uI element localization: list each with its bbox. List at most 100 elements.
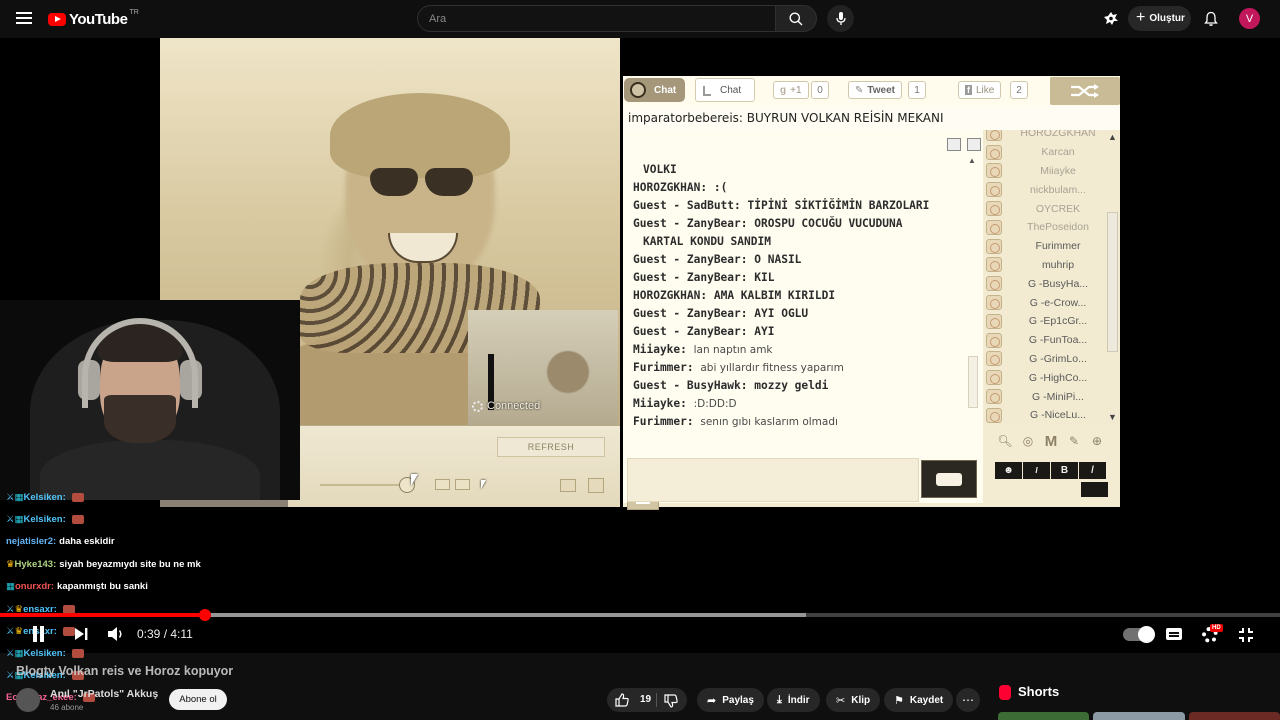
- layout-double-icon[interactable]: [455, 479, 470, 490]
- next-video-icon[interactable]: [74, 627, 88, 641]
- speaker-icon[interactable]: [588, 478, 604, 493]
- user-status-icon: [986, 332, 1002, 348]
- channel-avatar[interactable]: [16, 688, 40, 712]
- chat-message-user[interactable]: Guest - BusyHawk:: [633, 379, 748, 392]
- user-list-item[interactable]: G -HighCo...: [984, 368, 1120, 387]
- messages-scrollbar[interactable]: ▲ ▼: [967, 156, 979, 474]
- share-button[interactable]: ➦ Paylaş: [697, 688, 764, 712]
- google-plus-button[interactable]: g +1: [773, 81, 809, 99]
- bold-button[interactable]: B: [1051, 462, 1078, 479]
- messages-scroll-thumb[interactable]: [968, 356, 978, 408]
- users-scroll-down-icon[interactable]: ▼: [1108, 412, 1117, 422]
- shorts-thumb[interactable]: [998, 712, 1090, 720]
- users-scrollbar[interactable]: ▲ ▼: [1105, 130, 1120, 426]
- chat-message-user[interactable]: Guest - ZanyBear:: [633, 253, 748, 266]
- tab-chat-primary[interactable]: Chat: [624, 78, 685, 102]
- more-actions-button[interactable]: ⋯: [956, 688, 980, 712]
- layout-single-icon[interactable]: [435, 479, 450, 490]
- create-button[interactable]: + Oluştur: [1128, 6, 1191, 31]
- emoji-icon[interactable]: ☻: [995, 462, 1022, 479]
- shorts-thumb[interactable]: [1093, 712, 1185, 720]
- user-list-item[interactable]: G -GrimLo...: [984, 350, 1120, 369]
- chat-message-user[interactable]: Miiayke:: [633, 397, 687, 410]
- scroll-up-icon[interactable]: ▲: [968, 156, 976, 165]
- user-list-item[interactable]: muhrip: [984, 256, 1120, 275]
- pencil-icon[interactable]: ✎: [1065, 432, 1083, 450]
- user-list: HOROZGKHAN Karcan Miiayke nickbulam... OYCRE…: [984, 130, 1120, 426]
- menu-icon[interactable]: [16, 12, 32, 26]
- save-button[interactable]: ⚑ Kaydet: [884, 688, 954, 712]
- progress-scrubber[interactable]: [198, 609, 211, 621]
- clip-button[interactable]: ✂ Klip: [826, 688, 881, 712]
- font-size-icon[interactable]: [1081, 482, 1108, 497]
- color-icon[interactable]: /: [1079, 462, 1106, 479]
- user-list-item[interactable]: ThePoseidon: [984, 218, 1120, 237]
- facebook-like-button[interactable]: f Like: [958, 81, 1002, 99]
- thumbs-up-icon[interactable]: [615, 693, 629, 707]
- tweet-button[interactable]: ✎ Tweet: [848, 81, 902, 99]
- search-users-icon[interactable]: 🔍︎: [996, 432, 1014, 450]
- user-list-item[interactable]: G -BusyHa...: [984, 274, 1120, 293]
- user-list-item[interactable]: G -MiniPi...: [984, 387, 1120, 406]
- user-list-item[interactable]: Karcan: [984, 143, 1120, 162]
- subscribe-button[interactable]: Abone ol: [169, 689, 227, 710]
- user-list-item[interactable]: Miiayke: [984, 162, 1120, 181]
- chat-message-user[interactable]: Furimmer:: [633, 415, 694, 428]
- globe-icon[interactable]: ⊕: [1088, 432, 1106, 450]
- pause-button[interactable]: [32, 626, 46, 642]
- chat-message-user[interactable]: Guest - ZanyBear:: [633, 271, 748, 284]
- italic-button[interactable]: I: [1023, 462, 1050, 479]
- user-list-item[interactable]: OYCREK: [984, 199, 1120, 218]
- search-button[interactable]: [775, 5, 817, 32]
- like-dislike-group[interactable]: 19: [607, 688, 687, 712]
- subtitles-icon[interactable]: [1166, 628, 1182, 640]
- gmail-icon[interactable]: M: [1042, 432, 1060, 450]
- channel-name[interactable]: Anıl "JrPatols" Akkuş: [50, 688, 158, 700]
- user-status-icon: [986, 163, 1002, 179]
- studio-icon[interactable]: [1103, 11, 1119, 27]
- chat-message-user[interactable]: HOROZGKHAN:: [633, 289, 707, 302]
- refresh-button[interactable]: REFRESH: [497, 437, 605, 457]
- user-list-item[interactable]: Furimmer: [984, 237, 1120, 256]
- exit-fullscreen-icon[interactable]: [1239, 628, 1253, 642]
- voice-search-button[interactable]: [827, 5, 854, 32]
- chat-message-user[interactable]: Guest - ZanyBear:: [633, 217, 748, 230]
- chat-message-user[interactable]: Miiayke:: [633, 343, 687, 356]
- chat-message-user[interactable]: Guest - SadButt:: [633, 199, 741, 212]
- users-scroll-up-icon[interactable]: ▲: [1108, 132, 1117, 142]
- save-icon[interactable]: [967, 138, 981, 151]
- chat-message-user[interactable]: Guest - ZanyBear:: [633, 307, 748, 320]
- user-list-item[interactable]: G -e-Crow...: [984, 293, 1120, 312]
- user-list-item[interactable]: G -NiceLu...: [984, 406, 1120, 425]
- user-list-item[interactable]: G -Ep1cGr...: [984, 312, 1120, 331]
- copy-icon[interactable]: [947, 138, 961, 151]
- shuffle-button[interactable]: [1050, 77, 1120, 105]
- tab-chat-primary-label: Chat: [654, 84, 677, 96]
- account-avatar[interactable]: V: [1239, 8, 1260, 29]
- user-list-item[interactable]: nickbulam...: [984, 180, 1120, 199]
- youtube-logo[interactable]: YouTube TR: [48, 9, 139, 29]
- volume-icon[interactable]: [107, 626, 125, 642]
- send-button[interactable]: [921, 460, 977, 498]
- share-icon: ➦: [707, 694, 717, 707]
- tab-chat-secondary[interactable]: Chat: [695, 78, 755, 102]
- download-button[interactable]: ⤓ İndir: [767, 688, 820, 712]
- search-input[interactable]: [418, 6, 775, 31]
- chat-message-user[interactable]: HOROZGKHAN:: [633, 181, 707, 194]
- webcam-volume-track[interactable]: [320, 484, 400, 486]
- shorts-thumb[interactable]: [1188, 712, 1280, 720]
- user-list-item[interactable]: HOROZGKHAN: [984, 130, 1120, 143]
- chat-emote-icon: [71, 492, 84, 502]
- users-scroll-thumb[interactable]: [1107, 212, 1118, 352]
- user-list-item[interactable]: G -FunToa...: [984, 331, 1120, 350]
- user-name: HOROZGKHAN: [1020, 130, 1096, 140]
- chat-input[interactable]: [627, 458, 919, 502]
- like-count: 19: [640, 694, 652, 705]
- notifications-bell-icon[interactable]: [1203, 11, 1219, 27]
- chat-message-user[interactable]: Furimmer:: [633, 361, 694, 374]
- chat-message-user[interactable]: Guest - ZanyBear:: [633, 325, 748, 338]
- popout-icon[interactable]: [560, 479, 576, 492]
- check-icon[interactable]: ◎: [1019, 432, 1037, 450]
- thumbs-down-icon[interactable]: [664, 694, 678, 708]
- autoplay-toggle[interactable]: [1123, 626, 1155, 643]
